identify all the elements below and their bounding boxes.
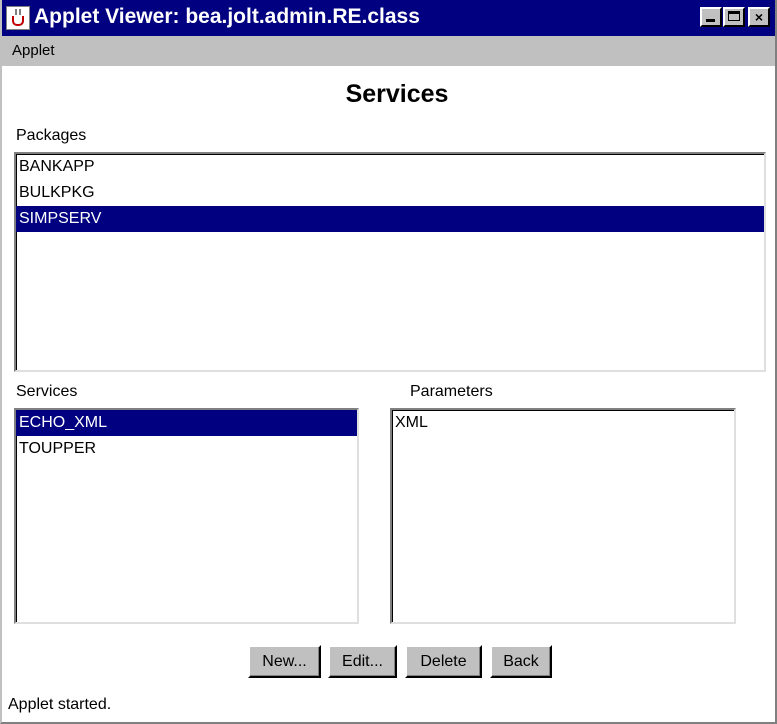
back-button[interactable]: Back bbox=[490, 645, 552, 678]
packages-list[interactable]: BANKAPP BULKPKG SIMPSERV bbox=[14, 152, 766, 372]
applet-viewer-window: Applet Viewer: bea.jolt.admin.RE.class ×… bbox=[0, 0, 777, 724]
menu-applet[interactable]: Applet bbox=[12, 42, 55, 59]
delete-button[interactable]: Delete bbox=[405, 645, 482, 678]
title-bar[interactable]: Applet Viewer: bea.jolt.admin.RE.class × bbox=[2, 0, 775, 36]
list-item-echo-xml[interactable]: ECHO_XML bbox=[16, 410, 357, 436]
close-button[interactable]: × bbox=[748, 7, 770, 27]
maximize-button[interactable] bbox=[723, 7, 745, 27]
parameters-list[interactable]: XML bbox=[390, 408, 736, 624]
cup-icon-part bbox=[12, 16, 24, 26]
status-text: Applet started. bbox=[8, 696, 112, 713]
steam-icon-part bbox=[15, 9, 21, 15]
java-cup-icon[interactable] bbox=[6, 6, 30, 30]
services-list[interactable]: ECHO_XML TOUPPER bbox=[14, 408, 359, 624]
services-label: Services bbox=[16, 383, 78, 400]
parameters-label: Parameters bbox=[410, 383, 493, 400]
list-item-bulkpkg[interactable]: BULKPKG bbox=[16, 180, 764, 206]
minimize-button[interactable] bbox=[700, 7, 722, 27]
packages-label: Packages bbox=[16, 127, 87, 144]
list-item-bankapp[interactable]: BANKAPP bbox=[16, 154, 764, 180]
edit-button[interactable]: Edit... bbox=[328, 645, 397, 678]
new-button[interactable]: New... bbox=[248, 645, 321, 678]
status-bar: Applet started. bbox=[2, 690, 775, 722]
close-icon: × bbox=[754, 9, 764, 25]
window-title: Applet Viewer: bea.jolt.admin.RE.class bbox=[34, 5, 420, 28]
menu-bar: Applet bbox=[2, 36, 775, 66]
page-title: Services bbox=[345, 80, 449, 108]
list-item-xml[interactable]: XML bbox=[392, 410, 734, 436]
list-item-simpserv[interactable]: SIMPSERV bbox=[16, 206, 764, 232]
list-item-toupper[interactable]: TOUPPER bbox=[16, 436, 357, 462]
